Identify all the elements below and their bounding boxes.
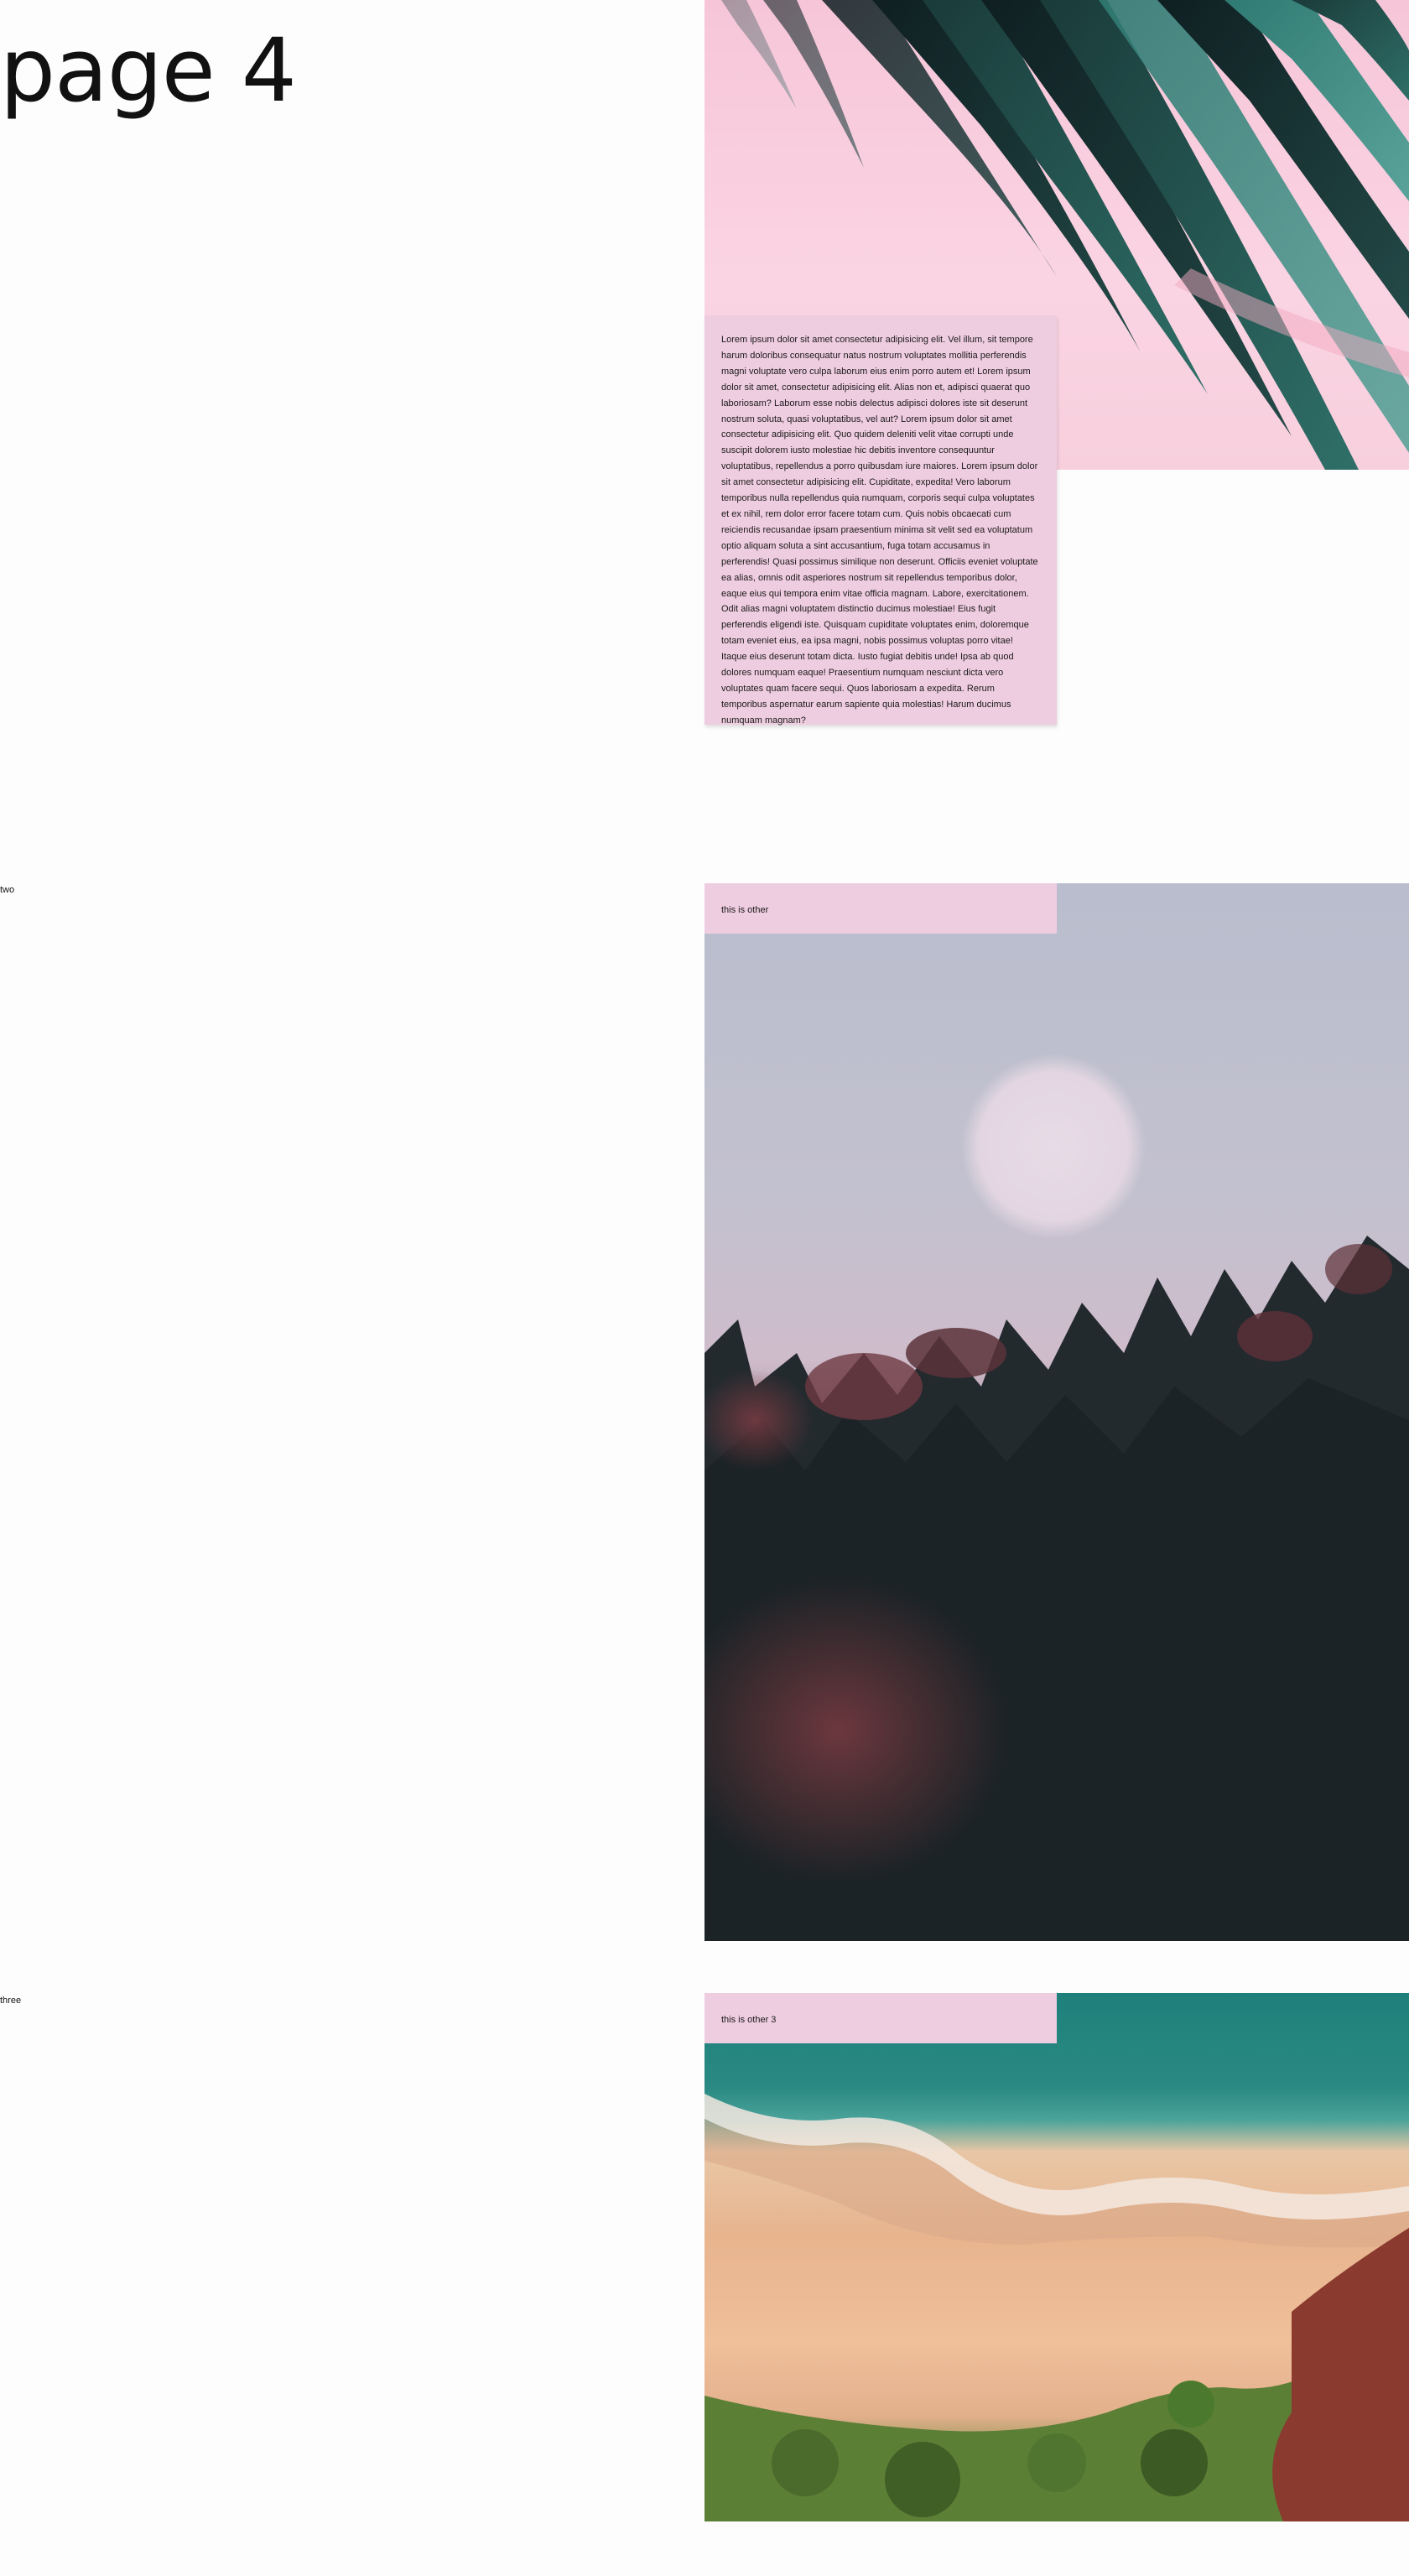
caption-card: this is other 3 (704, 1993, 1057, 2043)
text-card: Lorem ipsum dolor sit amet consectetur a… (704, 315, 1057, 726)
beach-aerial-photo (704, 1993, 1409, 2521)
page-root: page 4 Lorem ipsum dolor sit amet consec… (0, 0, 1409, 2576)
card-caption: this is other (721, 905, 769, 915)
section-label-three: three (0, 1996, 22, 2006)
section-label-two: two (0, 885, 15, 895)
caption-card: this is other (704, 883, 1057, 934)
page-title: page 4 (0, 19, 297, 122)
flowers-at-dusk-photo (704, 883, 1409, 1941)
card-paragraph: Lorem ipsum dolor sit amet consectetur a… (721, 335, 1038, 726)
card-caption: this is other 3 (721, 2015, 777, 2025)
